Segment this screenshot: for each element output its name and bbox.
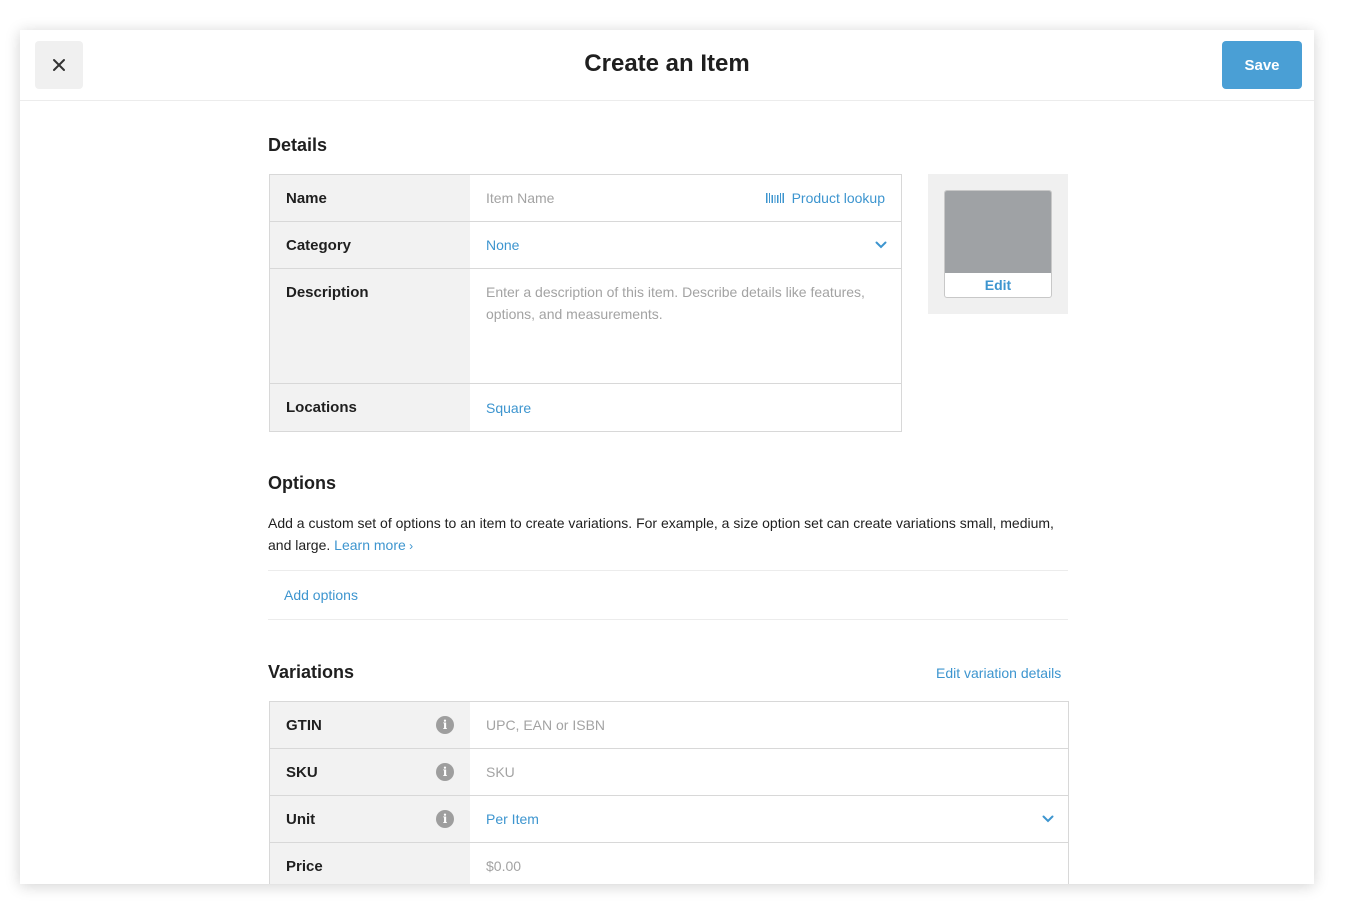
info-icon[interactable]: i bbox=[436, 763, 454, 781]
name-row: Name Item Name Product lookup bbox=[270, 175, 901, 222]
chevron-down-icon bbox=[1042, 815, 1054, 823]
gtin-input[interactable]: UPC, EAN or ISBN bbox=[470, 702, 1068, 748]
details-table: Name Item Name Product lookup Category N… bbox=[269, 174, 902, 432]
locations-label: Locations bbox=[270, 384, 470, 431]
info-icon[interactable]: i bbox=[436, 716, 454, 734]
category-select[interactable]: None bbox=[470, 222, 901, 268]
page-title: Create an Item bbox=[584, 50, 750, 77]
price-label: Price bbox=[270, 843, 470, 884]
item-image-placeholder bbox=[945, 191, 1051, 273]
edit-variation-details-link[interactable]: Edit variation details bbox=[936, 665, 1061, 681]
price-placeholder: $0.00 bbox=[486, 858, 522, 874]
category-row: Category None bbox=[270, 222, 901, 269]
save-button[interactable]: Save bbox=[1222, 41, 1302, 89]
chevron-down-icon bbox=[875, 241, 887, 249]
gtin-label: GTIN i bbox=[270, 702, 470, 748]
product-lookup-link[interactable]: Product lookup bbox=[765, 190, 885, 206]
unit-row: Unit i Per Item bbox=[270, 796, 1068, 843]
name-label: Name bbox=[270, 175, 470, 221]
description-placeholder: Enter a description of this item. Descri… bbox=[486, 284, 865, 322]
gtin-row: GTIN i UPC, EAN or ISBN bbox=[270, 702, 1068, 749]
item-image-uploader[interactable]: Edit bbox=[944, 190, 1052, 298]
learn-more-link[interactable]: Learn more › bbox=[334, 537, 413, 553]
name-placeholder: Item Name bbox=[486, 190, 555, 206]
sku-input[interactable]: SKU bbox=[470, 749, 1068, 795]
unit-label: Unit i bbox=[270, 796, 470, 842]
item-image-panel: Edit bbox=[928, 174, 1068, 314]
options-heading: Options bbox=[268, 473, 336, 493]
create-item-modal: Create an Item Save Details Name Item Na… bbox=[20, 30, 1314, 884]
sku-placeholder: SKU bbox=[486, 764, 515, 780]
price-row: Price $0.00 bbox=[270, 843, 1068, 884]
info-icon[interactable]: i bbox=[436, 810, 454, 828]
sku-row: SKU i SKU bbox=[270, 749, 1068, 796]
price-input[interactable]: $0.00 bbox=[470, 843, 1068, 884]
barcode-icon bbox=[765, 193, 784, 203]
add-options-button[interactable]: Add options bbox=[284, 587, 358, 603]
variations-heading: Variations bbox=[268, 662, 355, 682]
description-input[interactable]: Enter a description of this item. Descri… bbox=[470, 269, 901, 383]
name-input[interactable]: Item Name Product lookup bbox=[470, 175, 901, 221]
description-label: Description bbox=[270, 269, 470, 383]
details-heading: Details bbox=[268, 135, 328, 155]
category-label: Category bbox=[270, 222, 470, 268]
category-value: None bbox=[486, 237, 520, 253]
options-description: Add a custom set of options to an item t… bbox=[268, 512, 1068, 557]
sku-label: SKU i bbox=[270, 749, 470, 795]
locations-field[interactable]: Square bbox=[470, 384, 901, 431]
image-edit-button[interactable]: Edit bbox=[945, 273, 1051, 297]
unit-select[interactable]: Per Item bbox=[470, 796, 1068, 842]
modal-header: Create an Item Save bbox=[20, 30, 1314, 101]
product-lookup-label: Product lookup bbox=[791, 190, 885, 206]
locations-value: Square bbox=[486, 399, 532, 416]
chevron-right-icon: › bbox=[405, 539, 414, 553]
gtin-placeholder: UPC, EAN or ISBN bbox=[486, 717, 606, 733]
unit-value: Per Item bbox=[486, 811, 539, 827]
add-options-row: Add options bbox=[268, 570, 1068, 620]
description-row: Description Enter a description of this … bbox=[270, 269, 901, 384]
locations-row: Locations Square bbox=[270, 384, 901, 431]
variations-table: GTIN i UPC, EAN or ISBN SKU i SKU Unit i… bbox=[269, 701, 1069, 884]
